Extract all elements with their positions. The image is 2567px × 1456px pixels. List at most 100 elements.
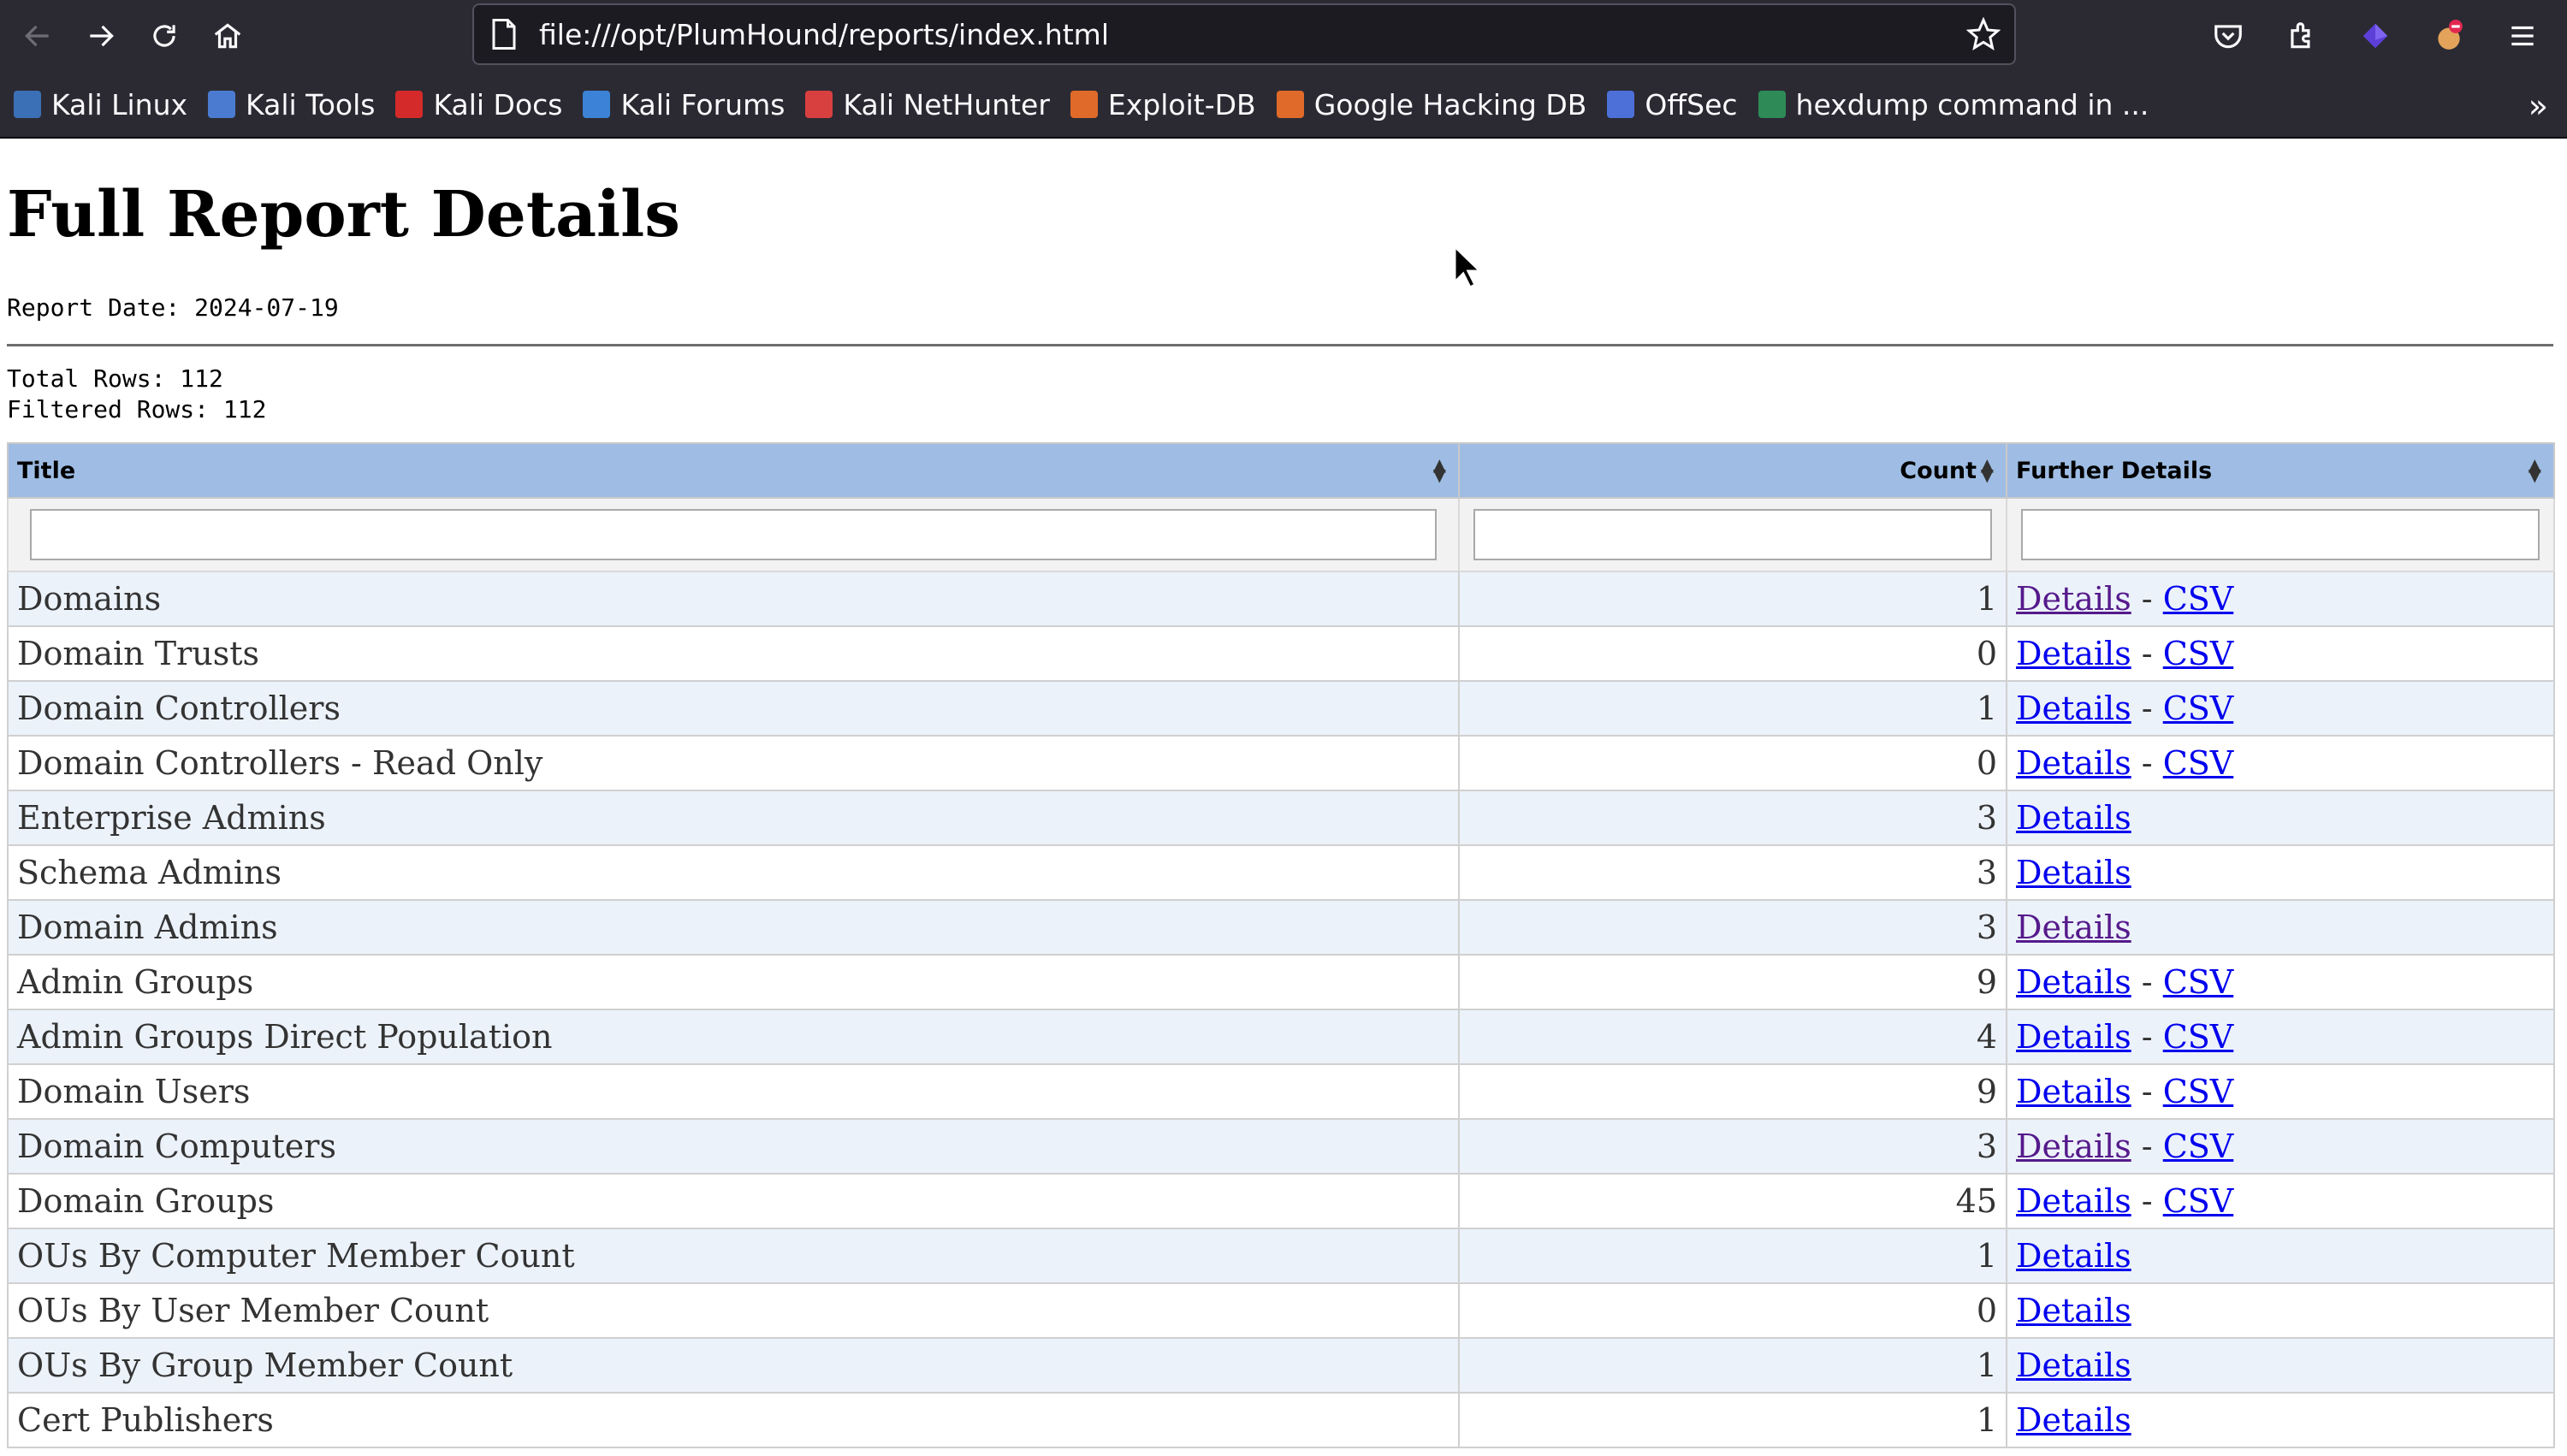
details-link[interactable]: Details (2016, 1128, 2131, 1165)
bookmark-label: Exploit-DB (1107, 87, 1256, 121)
link-separator: - (2131, 635, 2163, 672)
row-count: 3 (1458, 899, 2007, 956)
report-page: Full Report Details Report Date: 2024-07… (7, 139, 2555, 1448)
csv-link[interactable]: CSV (2163, 635, 2234, 672)
details-link[interactable]: Details (2016, 744, 2131, 782)
details-link[interactable]: Details (2016, 690, 2131, 727)
forward-arrow-icon (90, 25, 114, 47)
filtered-rows: Filtered Rows: 112 (7, 395, 267, 423)
sort-icon[interactable]: ▲ ▼ (1981, 456, 1994, 483)
bookmark-label: Kali Docs (433, 87, 563, 121)
table-row: Admin Groups 9 Details - CSV (7, 954, 2555, 1010)
column-header-further-details[interactable]: Further Details ▲ ▼ (2006, 442, 2555, 499)
bookmark-label: Kali Forums (620, 87, 786, 121)
row-count: 0 (1458, 625, 2007, 682)
bookmark-label: Kali NetHunter (843, 87, 1050, 121)
csv-link[interactable]: CSV (2163, 1073, 2234, 1110)
table-row: Domains 1 Details - CSV (7, 571, 2555, 627)
row-further-details: Details (2006, 844, 2555, 901)
bookmark-item[interactable]: Kali Tools (208, 88, 375, 121)
link-separator: - (2131, 1128, 2163, 1165)
bookmarks-overflow-chevron-icon[interactable]: » (2528, 87, 2548, 125)
sort-icon[interactable]: ▲ ▼ (1433, 456, 1446, 483)
row-title: Domain Controllers (7, 680, 1460, 737)
bookmark-favicon-icon (805, 91, 833, 118)
bookmark-item[interactable]: Kali Docs (395, 88, 562, 121)
count-filter-input[interactable] (1473, 509, 1992, 560)
bookmark-item[interactable]: Kali NetHunter (805, 88, 1050, 121)
bookmark-item[interactable]: Google Hacking DB (1276, 87, 1587, 121)
details-link[interactable]: Details (2016, 854, 2131, 891)
bookmark-item[interactable]: OffSec (1607, 88, 1738, 121)
table-row: OUs By Computer Member Count 1 Details (7, 1228, 2555, 1284)
back-arrow-icon (25, 25, 49, 47)
extensions-button[interactable] (2276, 10, 2327, 62)
details-link[interactable]: Details (2016, 909, 2131, 946)
menu-button[interactable] (2497, 10, 2548, 62)
details-link[interactable]: Details (2016, 1073, 2131, 1110)
total-rows: Total Rows: 112 (7, 364, 223, 393)
sort-icon[interactable]: ▲ ▼ (2528, 456, 2541, 483)
csv-link[interactable]: CSV (2163, 1182, 2234, 1220)
reload-button[interactable] (139, 10, 190, 62)
row-count: 1 (1458, 1337, 2007, 1394)
bookmark-favicon-icon (1607, 91, 1635, 118)
pocket-icon (2214, 25, 2242, 49)
bookmark-favicon-icon (1758, 91, 1786, 118)
row-title: Domains (7, 571, 1460, 627)
details-link[interactable]: Details (2016, 635, 2131, 672)
bookmark-favicon-icon (1070, 91, 1098, 118)
link-separator: - (2131, 1018, 2163, 1056)
bookmark-label: Google Hacking DB (1313, 87, 1587, 121)
bookmark-item[interactable]: Kali Linux (14, 88, 187, 121)
extension-purple-button[interactable] (2350, 10, 2401, 62)
table-row: Domain Computers 3 Details - CSV (7, 1118, 2555, 1175)
forward-button[interactable] (75, 10, 127, 62)
details-link[interactable]: Details (2016, 1292, 2131, 1329)
row-count: 1 (1458, 571, 2007, 627)
details-link[interactable]: Details (2016, 1018, 2131, 1056)
details-link[interactable]: Details (2016, 1237, 2131, 1275)
link-separator: - (2131, 690, 2163, 727)
details-link[interactable]: Details (2016, 1401, 2131, 1439)
url-bar[interactable]: file:///opt/PlumHound/reports/index.html (472, 3, 2016, 65)
url-text[interactable]: file:///opt/PlumHound/reports/index.html (539, 18, 1966, 51)
extension-fox-button[interactable] (2423, 10, 2475, 62)
details-link[interactable]: Details (2016, 1347, 2131, 1384)
details-link[interactable]: Details (2016, 799, 2131, 837)
csv-link[interactable]: CSV (2163, 580, 2234, 618)
details-link[interactable]: Details (2016, 580, 2131, 618)
row-title: Domain Controllers - Read Only (7, 735, 1460, 791)
bookmark-item[interactable]: hexdump command in ... (1758, 88, 2149, 121)
row-further-details: Details (2006, 899, 2555, 956)
further-details-filter-input[interactable] (2021, 509, 2540, 560)
row-count: 1 (1458, 1392, 2007, 1448)
row-further-details: Details - CSV (2006, 1173, 2555, 1229)
csv-link[interactable]: CSV (2163, 963, 2234, 1001)
csv-link[interactable]: CSV (2163, 690, 2234, 727)
table-row: Domain Groups 45 Details - CSV (7, 1173, 2555, 1229)
bookmark-favicon-icon (208, 91, 236, 118)
row-count: 0 (1458, 735, 2007, 791)
pocket-button[interactable] (2202, 10, 2254, 62)
bookmark-star-icon[interactable] (1966, 17, 2001, 51)
column-header-title[interactable]: Title ▲ ▼ (7, 442, 1460, 499)
csv-link[interactable]: CSV (2163, 1018, 2234, 1056)
csv-link[interactable]: CSV (2163, 1128, 2234, 1165)
bookmark-item[interactable]: Kali Forums (583, 88, 785, 121)
row-title: Domain Admins (7, 899, 1460, 956)
csv-link[interactable]: CSV (2163, 744, 2234, 782)
row-further-details: Details - CSV (2006, 1063, 2555, 1120)
bookmark-favicon-icon (14, 91, 41, 118)
row-count: 3 (1458, 790, 2007, 846)
title-filter-input[interactable] (30, 509, 1437, 560)
home-button[interactable] (202, 10, 253, 62)
details-link[interactable]: Details (2016, 1182, 2131, 1220)
back-button[interactable] (12, 10, 63, 62)
mouse-cursor-icon (1453, 245, 1482, 289)
column-header-count[interactable]: Count ▲ ▼ (1458, 442, 2007, 499)
row-title: Admin Groups Direct Population (7, 1009, 1460, 1065)
row-further-details: Details - CSV (2006, 680, 2555, 737)
bookmark-item[interactable]: Exploit-DB (1070, 88, 1256, 121)
details-link[interactable]: Details (2016, 963, 2131, 1001)
